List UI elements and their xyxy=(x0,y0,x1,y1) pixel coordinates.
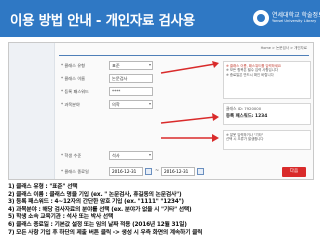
header-banner: 이용 방법 안내 - 개인자료 검사용 연세대학교 학술정보원 Yonsei U… xyxy=(0,0,320,37)
start-date-input[interactable]: 2016-12-31 xyxy=(109,167,143,176)
class-name-input[interactable]: 논문검사 xyxy=(109,74,153,83)
guide-arrow-icon xyxy=(160,61,219,74)
instruction-step: 3) 등록 패스워드 : 4~12자의 간단한 암호 기입 (ex. "1111… xyxy=(8,199,184,206)
university-logo: 연세대학교 학술정보원 Yonsei University Library xyxy=(253,7,320,29)
student-level-label: * 학생 수준 xyxy=(61,153,82,158)
breadcrumb: Home > 논문검사 > 개인자료 xyxy=(260,46,307,50)
subject-row: * 과목분야 의학 xyxy=(61,100,157,111)
instruction-note: ※ 클래스 이름, 패스워드를 입력하세요 ※ 모든 항목은 필수 입력 사항입… xyxy=(223,61,311,99)
page-title: 이용 방법 안내 - 개인자료 검사용 xyxy=(10,13,195,29)
subject-label: * 과목분야 xyxy=(61,102,80,107)
warning-line: 선택 시 오류가 발생합니다 xyxy=(226,137,264,142)
class-type-label: * 클래스 유형 xyxy=(61,63,86,68)
note-line: ※ 종료일은 반드시 확인 바랍니다 xyxy=(226,72,274,77)
class-name-label: * 클래스 이름 xyxy=(61,76,86,81)
password-info-text: 등록 패스워드: 1234 xyxy=(226,114,268,119)
warning-note: ※ 잘못 입력하거나 "기타" 선택 시 오류가 발생합니다 xyxy=(223,130,311,150)
logo-english-text: Yonsei University Library xyxy=(272,19,317,23)
calendar-icon[interactable] xyxy=(145,168,152,175)
password-row: * 등록 패스워드 **** xyxy=(61,87,157,98)
instruction-step: 5) 학생 소속 교육기관 : 석사 또는 박사 선택 xyxy=(8,214,114,221)
instruction-step: 7) 모든 사항 기입 후 하단의 제출 버튼 클릭 -> 생성 시 우측 화면… xyxy=(8,229,203,236)
student-level-row: * 학생 수준 석사 xyxy=(61,151,157,162)
end-date-input[interactable]: 2016-12-31 xyxy=(161,167,195,176)
calendar-icon[interactable] xyxy=(197,168,204,175)
logo-korean-text: 연세대학교 학술정보원 xyxy=(272,12,320,19)
subject-select[interactable]: 의학 xyxy=(109,100,153,109)
class-type-row: * 클래스 유형 표준 xyxy=(61,61,157,72)
password-input[interactable]: **** xyxy=(109,87,153,96)
password-label: * 등록 패스워드 xyxy=(61,89,89,94)
date-separator: ~ xyxy=(155,168,160,174)
class-id-text: 클래스 ID: 7920000 xyxy=(226,106,262,111)
university-emblem-icon xyxy=(253,10,269,26)
next-button[interactable]: 다음 xyxy=(282,167,306,177)
form-header-rule xyxy=(59,55,309,56)
instruction-step: 1) 클래스 유형 : "표준" 선택 xyxy=(8,184,78,190)
class-form-screenshot: Home > 논문검사 > 개인자료 * 클래스 유형 표준 * 클래스 이름 … xyxy=(8,42,314,180)
instruction-list: 1) 클래스 유형 : "표준" 선택 2) 클래스 이름 : 클래스 명을 기… xyxy=(8,184,316,237)
class-info-box: 클래스 ID: 7920000 등록 패스워드: 1234 xyxy=(223,103,311,125)
guide-arrow-icon xyxy=(160,113,219,124)
instruction-step: 6) 클래스 종료일 : 기본값 설정 또는 임의 날짜 적용 (2016년 1… xyxy=(8,221,187,228)
side-panel xyxy=(9,43,55,179)
guide-arrow-icon xyxy=(161,134,219,142)
student-level-select[interactable]: 석사 xyxy=(109,151,153,160)
class-name-row: * 클래스 이름 논문검사 xyxy=(61,74,157,85)
class-type-select[interactable]: 표준 xyxy=(109,61,153,70)
end-date-label: * 클래스 종료일 xyxy=(61,169,89,174)
